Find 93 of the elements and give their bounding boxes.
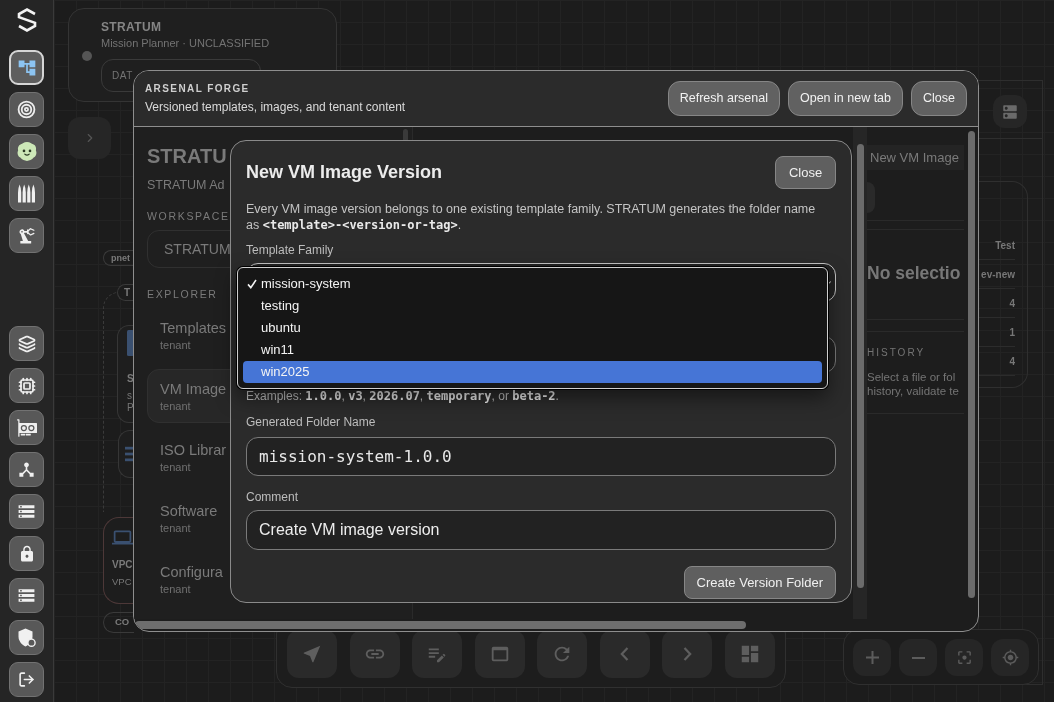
item-subtitle: tenant [160,338,191,352]
table-cell-text: 1 [1009,325,1015,340]
sidebar-button[interactable] [9,176,44,211]
empty-state-title: No selectio [867,262,961,284]
table-cell-text: ev-new [981,267,1015,282]
locate-button[interactable] [991,639,1029,676]
sidebar-button[interactable] [9,218,44,253]
server-rack-icon [17,586,36,605]
comment-input-field[interactable]: Create VM image version [246,510,836,550]
dropdown-option[interactable]: mission-system [243,273,822,295]
sidebar-button[interactable] [9,410,44,445]
chevron-left-icon [620,647,629,661]
explorer-title: STRATU [147,144,227,168]
server-rack-icon [17,502,36,521]
field-label: Template Family [246,243,334,257]
toolbar-button[interactable] [412,630,462,678]
toolbar-button[interactable] [474,630,525,678]
node-text: s [127,390,132,402]
header-button[interactable]: Close [911,81,967,116]
toolbar-button[interactable] [662,630,712,678]
item-subtitle: tenant [160,582,191,596]
field-label: Comment [246,490,298,504]
smiley-face-icon [16,142,37,161]
section-label: HISTORY [867,346,926,360]
logo-icon [15,8,38,32]
sidebar-button[interactable] [9,662,44,697]
create-folder-button[interactable]: Create Version Folder [683,566,836,599]
server-button[interactable] [993,95,1027,128]
minus-icon [911,656,925,659]
section-label: EXPLORER [147,287,218,301]
close-button[interactable]: Close [775,156,836,189]
editor-tab[interactable]: New VM Image [867,145,964,170]
focus-frame-icon [955,649,973,666]
node-title: S [127,373,134,385]
dropdown-option[interactable]: win2025 [243,361,822,383]
node-text: P [127,402,134,414]
toolbar-button[interactable] [537,630,587,678]
explorer-subtitle: STRATUM Ad [147,177,225,194]
table-cell-text: 4 [1009,296,1015,311]
section-label: WORKSPACE [147,209,230,223]
checkmark-icon [247,279,257,289]
bullets-icon [18,184,35,203]
network-icon [17,460,36,479]
panel-subtitle: Versioned templates, images, and tenant content [145,99,406,115]
server-icon [1001,102,1019,121]
plus-icon [865,651,879,664]
item-subtitle: tenant [160,460,191,474]
graphics-card-icon [16,417,37,438]
field-label: Generated Folder Name [246,415,376,429]
item-title: Configura [160,563,223,582]
node-title: VPC [112,558,133,571]
item-title: ISO Librar [160,441,227,460]
node-subtitle: VPC [112,576,132,588]
chip-icon [17,376,36,395]
sidebar-button[interactable] [9,578,44,613]
layers-icon [17,334,36,353]
sidebar-button[interactable] [9,452,44,487]
header-button[interactable]: Open in new tab [788,81,904,116]
item-subtitle: tenant [160,399,191,413]
toolbar-button[interactable] [599,630,650,678]
dropdown-option[interactable]: testing [243,295,822,317]
card-subtitle: Mission Planner · UNCLASSIFIED [101,36,270,50]
toolbar-button[interactable] [287,630,337,678]
sidebar-button[interactable] [9,92,44,127]
item-title: VM Image [160,380,227,399]
column-header: Test [995,238,1015,253]
chevron-right-icon [682,647,692,661]
history-text: Select a file or fol history, validate te [867,370,959,398]
dropdown-option[interactable]: win11 [243,339,822,361]
table-cell-text: 4 [1009,354,1015,369]
logout-icon [18,671,35,688]
item-title: Software [160,502,218,521]
item-title: Templates [160,319,227,338]
dialog-title: New VM Image Version [246,161,443,184]
toolbar-button[interactable] [724,630,775,678]
card-title: STRATUM [101,19,162,35]
sidebar-button[interactable] [9,620,44,655]
dialog-description: Every VM image version belongs to one existing template family. STRATUM generates the folder name as <template>-<version-or-tag>. [246,201,817,233]
toolbar-button[interactable] [349,630,400,678]
navigation-arrow-icon [301,643,323,665]
dropdown-option[interactable]: ubuntu [243,317,822,339]
item-subtitle: tenant [160,521,191,535]
sidebar-button[interactable] [9,536,44,571]
shield-icon [17,628,36,647]
examples-hint: Examples: 1.0.0, v3, 2026.07, temporary, or beta-2. [246,389,559,403]
sidebar-button[interactable] [9,134,44,169]
target-icon [17,100,36,119]
folder-name-field[interactable]: mission-system-1.0.0 [246,437,836,476]
header-button[interactable]: Refresh arsenal [667,81,780,116]
sidebar-button[interactable] [9,368,44,403]
crosshair-icon [1001,649,1019,666]
sidebar-button[interactable] [9,494,44,529]
sidebar-button[interactable] [9,326,44,361]
